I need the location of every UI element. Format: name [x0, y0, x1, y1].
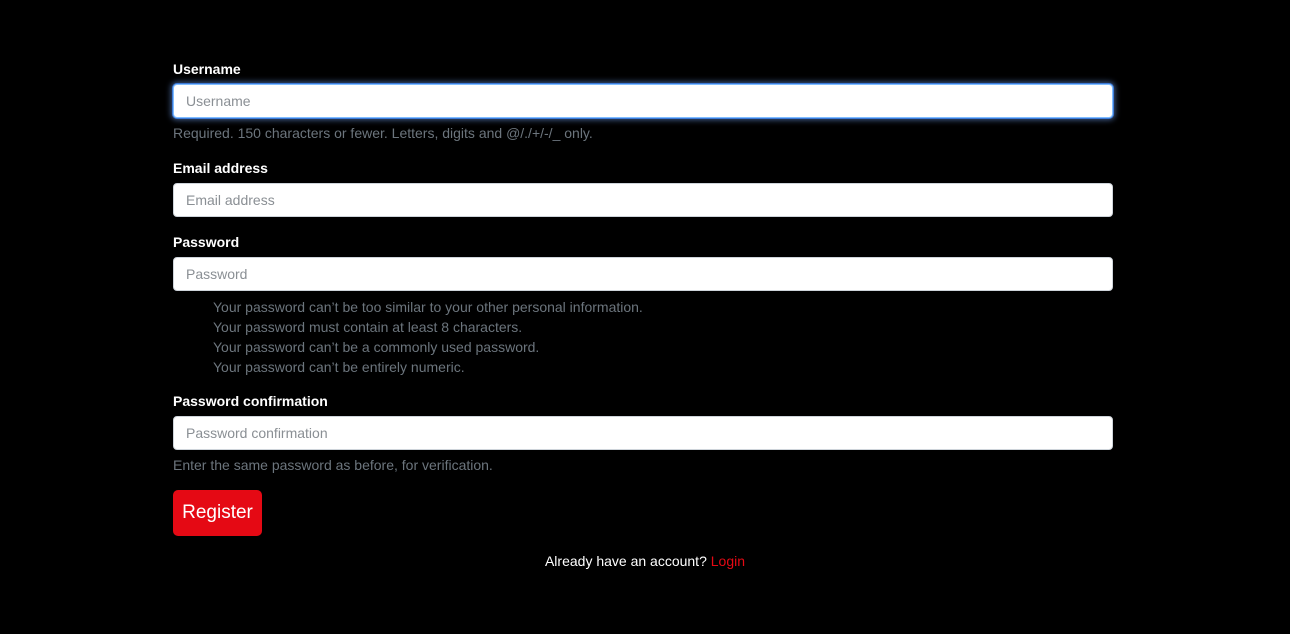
- email-label: Email address: [173, 160, 268, 176]
- username-input[interactable]: [173, 84, 1113, 118]
- username-help-text: Required. 150 characters or fewer. Lette…: [173, 125, 593, 141]
- register-button[interactable]: Register: [173, 490, 262, 536]
- password-confirmation-label: Password confirmation: [173, 393, 328, 409]
- login-prompt: Already have an account? Login: [0, 552, 1290, 570]
- password-confirmation-input[interactable]: [173, 416, 1113, 450]
- login-prompt-text: Already have an account?: [544, 553, 707, 569]
- login-link[interactable]: Login: [711, 553, 745, 569]
- password-rules-list: Your password can’t be too similar to yo…: [213, 297, 643, 377]
- password-rule: Your password can’t be entirely numeric.: [213, 359, 465, 375]
- username-label: Username: [173, 61, 241, 77]
- password-rule: Your password can’t be a commonly used p…: [213, 339, 540, 355]
- email-input[interactable]: [173, 183, 1113, 217]
- password-input[interactable]: [173, 257, 1113, 291]
- password-confirmation-help-text: Enter the same password as before, for v…: [173, 457, 493, 473]
- password-rule: Your password must contain at least 8 ch…: [213, 319, 523, 335]
- password-label: Password: [173, 234, 240, 250]
- password-rule: Your password can’t be too similar to yo…: [213, 299, 643, 315]
